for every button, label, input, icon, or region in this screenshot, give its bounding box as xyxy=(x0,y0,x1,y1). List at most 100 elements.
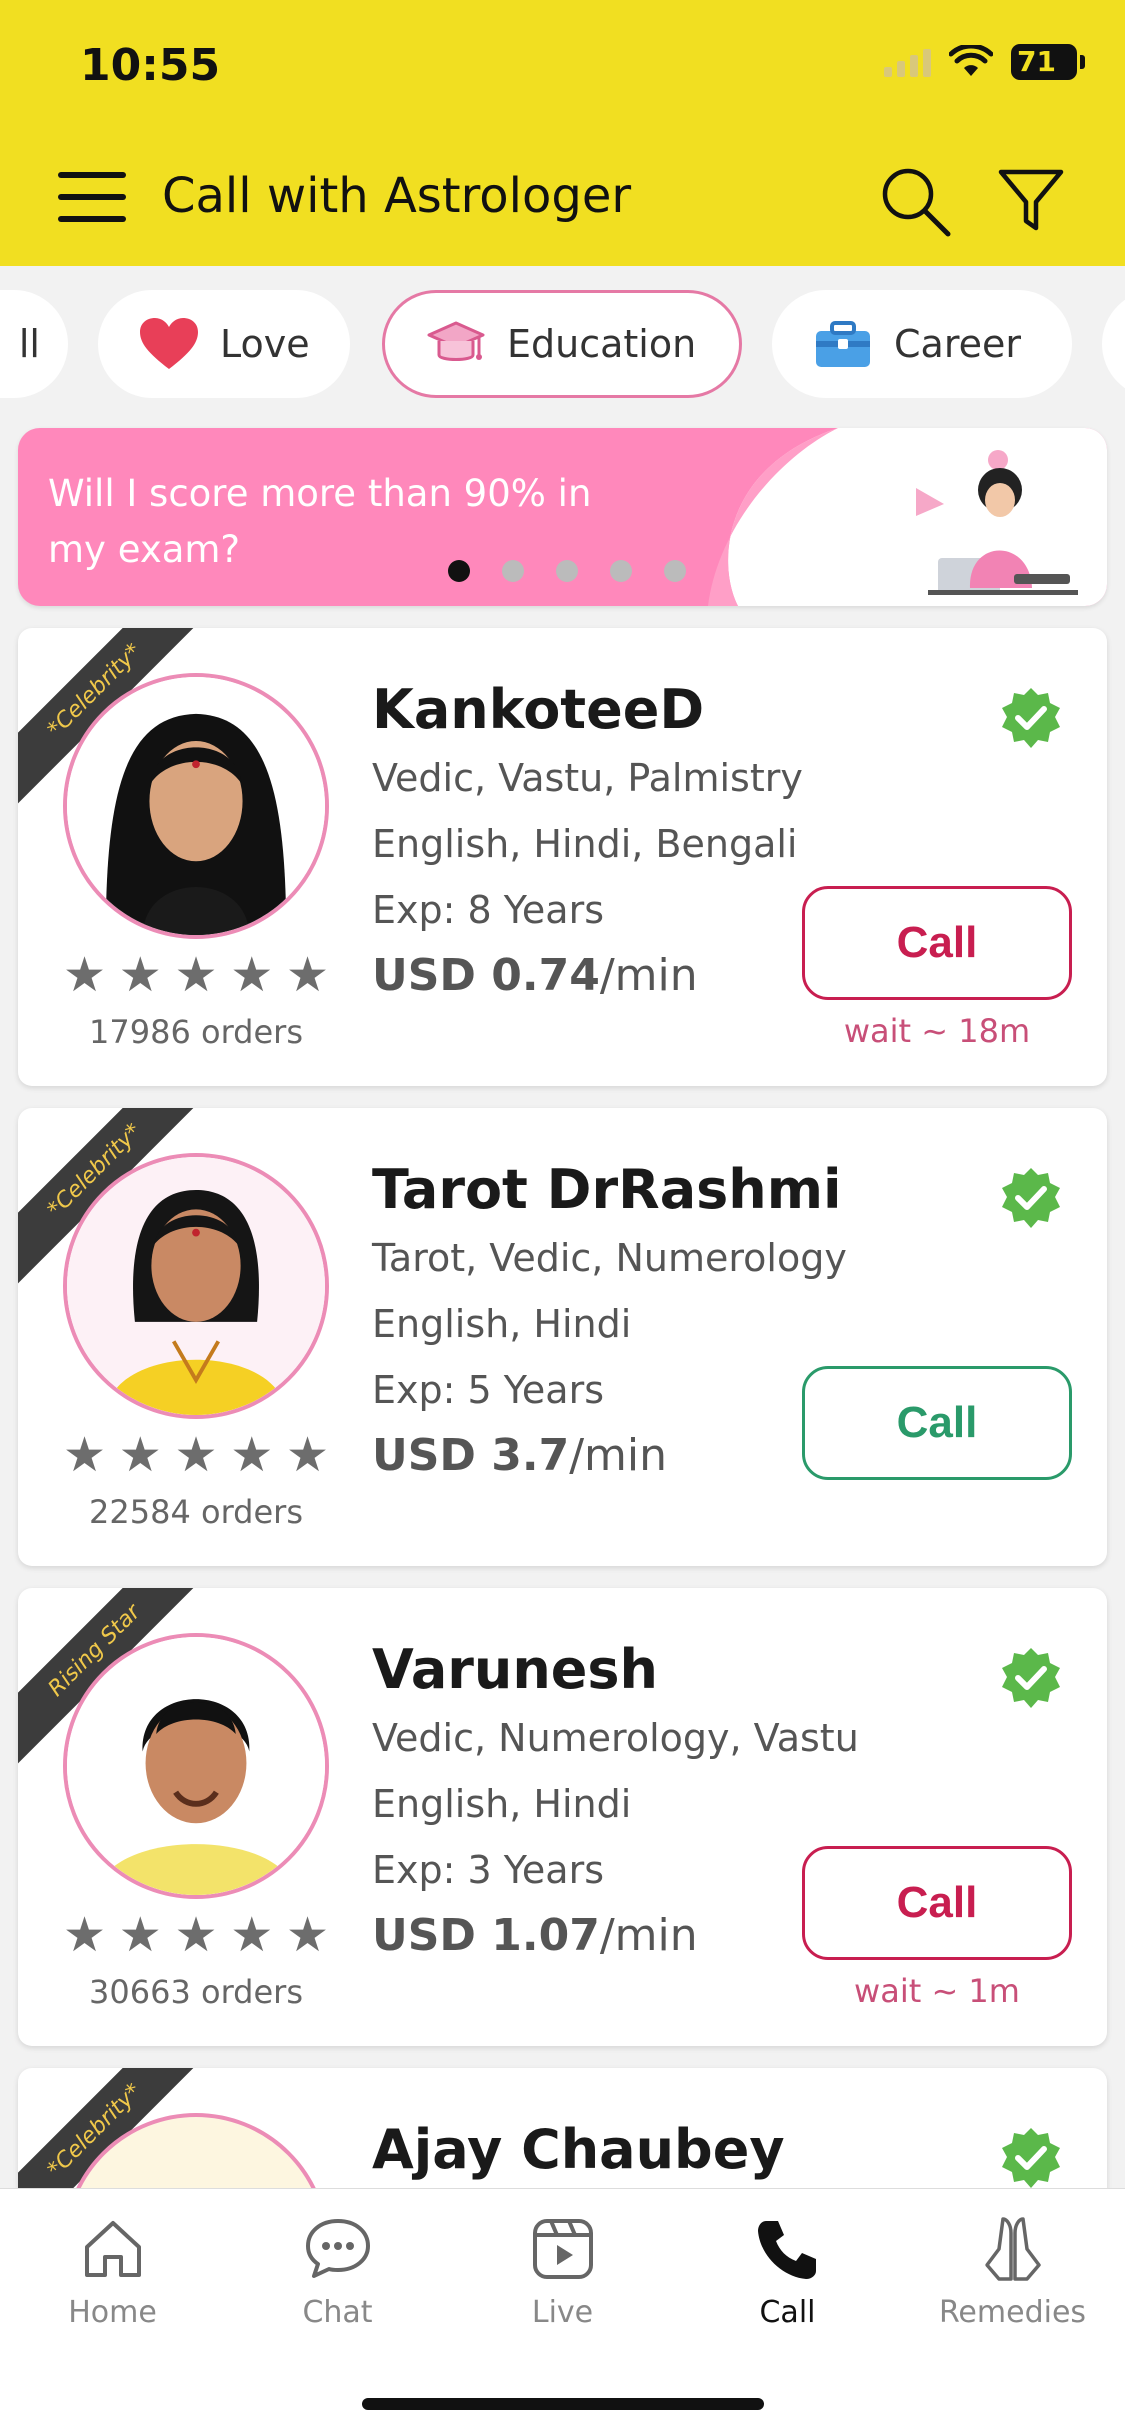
category-label: Career xyxy=(894,322,1021,366)
category-chip-career[interactable]: Career xyxy=(772,290,1072,398)
star-icon: ★ xyxy=(118,1427,162,1483)
category-label: Love xyxy=(220,322,310,366)
price-value: USD 3.7 xyxy=(372,1430,570,1481)
category-chip-education[interactable]: Education xyxy=(382,290,742,398)
chat-icon xyxy=(305,2219,370,2278)
nav-label: Live xyxy=(531,2295,594,2330)
astrologer-skills: Vedic, Vastu, Palmistry xyxy=(372,756,803,800)
app-header: 10:55 71 Call with Astrologer xyxy=(0,0,1125,266)
avatar[interactable] xyxy=(63,673,329,939)
star-icon: ★ xyxy=(230,1427,274,1483)
avatar[interactable] xyxy=(63,1153,329,1419)
astrologer-experience: Exp: 3 Years xyxy=(372,1848,605,1892)
nav-home[interactable]: Home xyxy=(0,2213,225,2330)
category-chip-love[interactable]: Love xyxy=(98,290,350,398)
verified-badge-icon xyxy=(1002,688,1060,748)
phone-icon xyxy=(757,2221,816,2279)
menu-button[interactable] xyxy=(58,172,126,222)
star-icon: ★ xyxy=(174,1907,218,1963)
signal-icon xyxy=(884,47,931,77)
astrologer-languages: English, Hindi xyxy=(372,1782,632,1826)
rating-stars: ★ ★ ★ ★ ★ xyxy=(63,1431,329,1479)
nav-remedies[interactable]: Remedies xyxy=(900,2213,1125,2330)
graduation-cap-icon xyxy=(427,321,485,361)
astrologer-name: Varunesh xyxy=(372,1638,659,1701)
category-label: Education xyxy=(507,322,697,366)
star-icon: ★ xyxy=(230,1907,274,1963)
star-icon: ★ xyxy=(63,1427,107,1483)
price-unit: /min xyxy=(599,950,698,1001)
category-chip-all[interactable]: ll xyxy=(0,290,68,398)
status-icons: 71 xyxy=(884,44,1085,80)
verified-badge-icon xyxy=(1002,1168,1060,1228)
star-icon: ★ xyxy=(118,1907,162,1963)
rating-stars: ★ ★ ★ ★ ★ xyxy=(63,951,329,999)
status-time: 10:55 xyxy=(80,40,221,91)
pagination-dot[interactable] xyxy=(502,560,524,582)
verified-badge-icon xyxy=(1002,1648,1060,1708)
nav-label: Chat xyxy=(302,2295,373,2330)
astrologer-languages: English, Hindi, Bengali xyxy=(372,822,798,866)
pagination-dot[interactable] xyxy=(610,560,632,582)
astrologer-skills: Tarot, Vedic, Numerology xyxy=(372,1236,847,1280)
call-button[interactable]: Call xyxy=(802,1846,1072,1960)
nav-chat[interactable]: Chat xyxy=(225,2213,450,2330)
astrologer-card[interactable]: Rising Star ★ ★ ★ ★ ★ 30663 orders Varunesh … xyxy=(18,1588,1107,2046)
star-icon: ★ xyxy=(174,947,218,1003)
order-count: 22584 orders xyxy=(89,1493,303,1531)
nav-call[interactable]: Call xyxy=(675,2213,900,2330)
star-icon: ★ xyxy=(230,947,274,1003)
astrologer-name: KankoteeD xyxy=(372,678,705,741)
avatar[interactable] xyxy=(63,1633,329,1899)
filter-icon[interactable] xyxy=(996,166,1066,236)
call-button[interactable]: Call xyxy=(802,1366,1072,1480)
pagination-dot[interactable] xyxy=(556,560,578,582)
pagination-dot[interactable] xyxy=(448,560,470,582)
star-icon: ★ xyxy=(285,947,329,1003)
nav-live[interactable]: Live xyxy=(450,2213,675,2330)
nav-label: Remedies xyxy=(938,2295,1087,2330)
astrologer-languages: English, Hindi xyxy=(372,1302,632,1346)
wait-time: wait ~ 1m xyxy=(854,1972,1020,2010)
star-icon: ★ xyxy=(174,1427,218,1483)
verified-badge-icon xyxy=(1002,2128,1060,2188)
astrologer-experience: Exp: 5 Years xyxy=(372,1368,605,1412)
star-icon: ★ xyxy=(285,1907,329,1963)
astrologer-card[interactable]: *Celebrity* ★ ★ ★ ★ ★ 22584 orders Tarot DrR… xyxy=(18,1108,1107,1566)
avatar-image xyxy=(67,1157,325,1415)
nav-label: Home xyxy=(68,2295,157,2330)
avatar-image xyxy=(67,1637,325,1895)
briefcase-icon xyxy=(816,321,870,367)
wait-time: wait ~ 18m xyxy=(843,1012,1031,1050)
astrologer-price: USD 0.74/min xyxy=(372,950,698,1001)
astrologer-name: Ajay Chaubey xyxy=(372,2118,785,2181)
price-unit: /min xyxy=(569,1430,668,1481)
order-count: 17986 orders xyxy=(89,1013,303,1051)
promo-banner[interactable]: Will I score more than 90% in my exam? xyxy=(18,428,1107,606)
heart-icon xyxy=(140,318,198,369)
order-count: 30663 orders xyxy=(89,1973,303,2011)
search-icon[interactable] xyxy=(878,164,954,240)
call-button[interactable]: Call xyxy=(802,886,1072,1000)
astrologer-name: Tarot DrRashmi xyxy=(372,1158,842,1221)
rating-stars: ★ ★ ★ ★ ★ xyxy=(63,1911,329,1959)
category-label: ll xyxy=(18,322,40,366)
astrologer-skills: Vedic, Numerology, Vastu xyxy=(372,1716,859,1760)
live-icon xyxy=(532,2219,593,2279)
astrologer-experience: Exp: 8 Years xyxy=(372,888,605,932)
price-value: USD 1.07 xyxy=(372,1910,600,1961)
price-value: USD 0.74 xyxy=(372,950,600,1001)
banner-pagination xyxy=(448,560,686,582)
astrologer-price: USD 3.7/min xyxy=(372,1430,667,1481)
astrologer-card[interactable]: *Celebrity* ★ ★ ★ ★ ★ 17986 orders KankoteeD… xyxy=(18,628,1107,1086)
pagination-dot[interactable] xyxy=(664,560,686,582)
praying-hands-icon xyxy=(984,2217,1041,2281)
page-title: Call with Astrologer xyxy=(162,168,632,224)
wifi-icon xyxy=(949,45,993,76)
category-chip-next[interactable] xyxy=(1102,290,1125,398)
star-icon: ★ xyxy=(63,947,107,1003)
star-icon: ★ xyxy=(63,1907,107,1963)
nav-label: Call xyxy=(759,2295,816,2330)
star-icon: ★ xyxy=(285,1427,329,1483)
home-indicator xyxy=(362,2398,764,2410)
